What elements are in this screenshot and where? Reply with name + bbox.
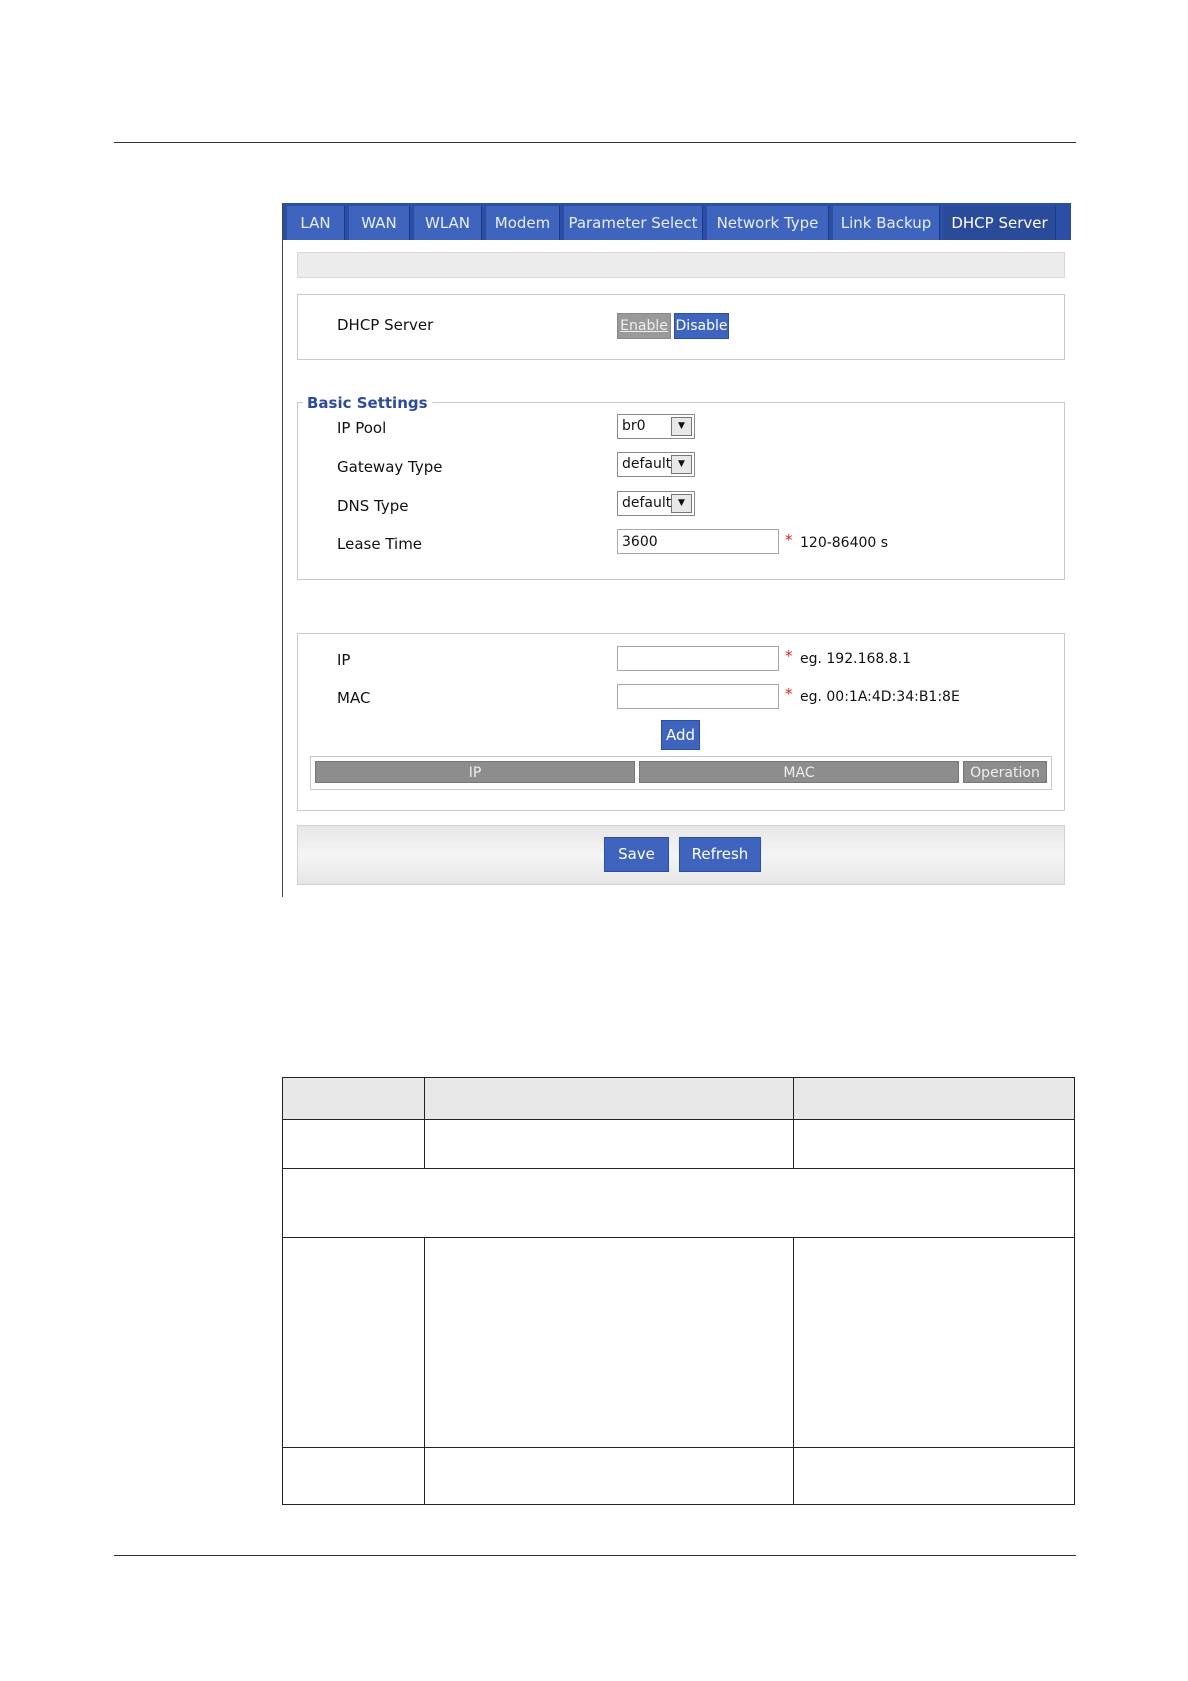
gateway-type-label: Gateway Type [337, 458, 443, 476]
table-cell [793, 1119, 1075, 1169]
dhcp-server-label: DHCP Server [337, 316, 434, 334]
tab-parameter-select[interactable]: Parameter Select [564, 206, 703, 240]
table-cell [793, 1447, 1075, 1505]
ip-pool-select[interactable]: br0 ▼ [617, 414, 695, 439]
tab-link-backup[interactable]: Link Backup [833, 206, 940, 240]
tab-wlan[interactable]: WLAN [414, 206, 482, 240]
dns-type-label: DNS Type [337, 497, 409, 515]
tab-modem[interactable]: Modem [486, 206, 560, 240]
dropdown-arrow-icon: ▼ [671, 455, 692, 474]
dropdown-arrow-icon: ▼ [671, 494, 692, 513]
required-mark: * [785, 685, 793, 703]
ip-pool-value: br0 [622, 418, 646, 434]
refresh-button[interactable]: Refresh [679, 837, 761, 872]
table-cell [793, 1237, 1075, 1448]
router-config-screenshot: LAN WAN WLAN Modem Parameter Select Netw… [282, 203, 1073, 897]
info-strip [297, 252, 1065, 278]
parameter-table [282, 1077, 1075, 1505]
required-mark: * [785, 647, 793, 665]
disable-button[interactable]: Disable [674, 313, 729, 339]
mac-hint: eg. 00:1A:4D:34:B1:8E [800, 689, 960, 705]
tab-lan[interactable]: LAN [287, 206, 345, 240]
gateway-type-select[interactable]: default ▼ [617, 452, 695, 477]
save-button[interactable]: Save [604, 837, 669, 872]
required-mark: * [785, 531, 793, 549]
table-cell [282, 1119, 425, 1169]
column-header-ip: IP [315, 761, 635, 783]
table-header-cell [282, 1077, 425, 1120]
mac-input[interactable] [617, 684, 779, 709]
table-cell [282, 1237, 425, 1448]
table-cell [282, 1447, 425, 1505]
tab-bar: LAN WAN WLAN Modem Parameter Select Netw… [283, 203, 1071, 240]
lease-time-label: Lease Time [337, 535, 423, 553]
table-cell [424, 1237, 794, 1448]
ip-label: IP [337, 651, 351, 669]
table-header-cell [793, 1077, 1075, 1120]
tab-dhcp-server[interactable]: DHCP Server [944, 206, 1056, 240]
lease-time-hint: 120-86400 s [800, 535, 889, 551]
basic-settings-legend: Basic Settings [303, 394, 432, 412]
column-header-mac: MAC [639, 761, 959, 783]
dropdown-arrow-icon: ▼ [671, 417, 692, 436]
table-cell [424, 1447, 794, 1505]
tab-wan[interactable]: WAN [349, 206, 410, 240]
add-button[interactable]: Add [661, 720, 700, 750]
dns-type-value: default [622, 495, 672, 511]
page-bottom-rule [114, 1555, 1076, 1556]
enable-button[interactable]: Enable [617, 313, 671, 339]
table-header-cell [424, 1077, 794, 1120]
column-header-operation: Operation [963, 761, 1047, 783]
table-section-row [282, 1168, 1075, 1238]
lease-time-input[interactable]: 3600 [617, 529, 779, 554]
dns-type-select[interactable]: default ▼ [617, 491, 695, 516]
ip-hint: eg. 192.168.8.1 [800, 651, 912, 667]
gateway-type-value: default [622, 456, 672, 472]
ip-input[interactable] [617, 646, 779, 671]
mac-label: MAC [337, 689, 371, 707]
ip-pool-label: IP Pool [337, 419, 387, 437]
tab-network-type[interactable]: Network Type [707, 206, 829, 240]
table-cell [424, 1119, 794, 1169]
page-top-rule [114, 142, 1076, 143]
